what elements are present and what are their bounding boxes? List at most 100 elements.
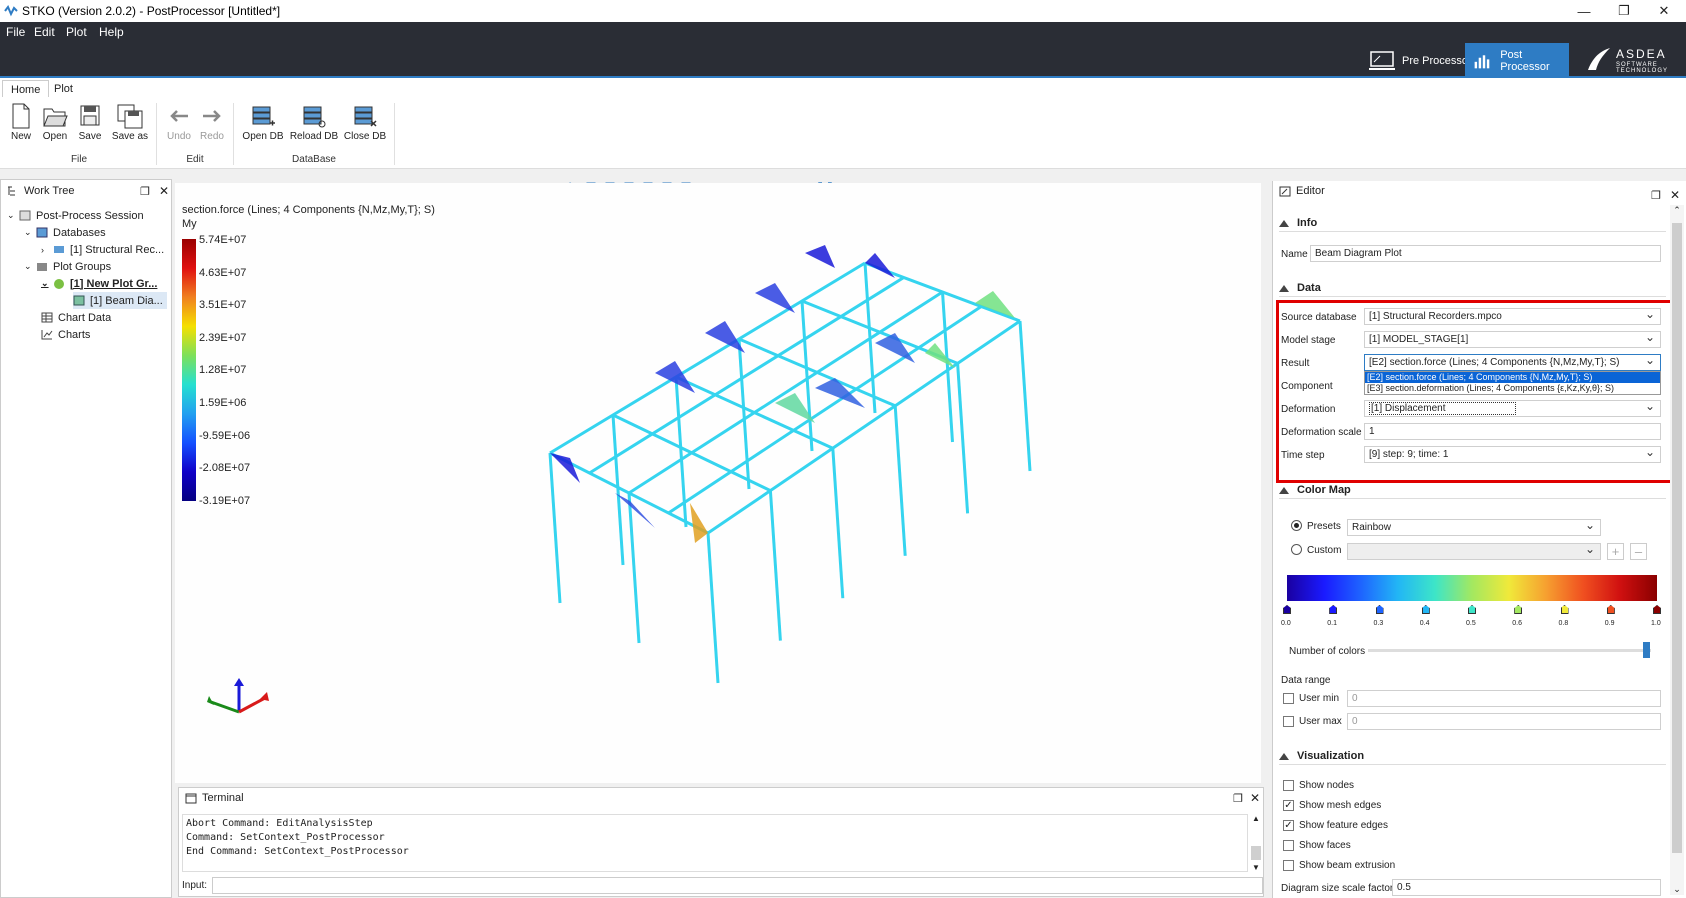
beam-diagram-icon: [73, 295, 85, 306]
database-reload-icon: [303, 106, 326, 128]
deformation-value: [1] Displacement: [1369, 402, 1517, 415]
data-section-header[interactable]: Data: [1279, 282, 1321, 294]
color-stop-marker[interactable]: [1514, 605, 1523, 614]
color-stop-marker[interactable]: [1468, 605, 1476, 614]
user-max-checkbox[interactable]: [1283, 716, 1294, 727]
presets-radio[interactable]: [1291, 520, 1302, 531]
result-option-selected[interactable]: [E2] section.force (Lines; 4 Components …: [1365, 372, 1660, 383]
add-color-button[interactable]: +: [1607, 543, 1624, 560]
close-icon[interactable]: ✕: [1250, 791, 1260, 805]
deformation-select[interactable]: [1] Displacement: [1364, 400, 1661, 417]
result-select[interactable]: [E2] section.force (Lines; 4 Components …: [1364, 354, 1661, 371]
pre-processor-button[interactable]: Pre Processor: [1360, 43, 1480, 78]
close-icon[interactable]: ✕: [159, 184, 169, 198]
user-min-label: User min: [1299, 693, 1340, 704]
name-field[interactable]: Beam Diagram Plot: [1310, 245, 1661, 262]
presets-select[interactable]: Rainbow: [1347, 519, 1601, 536]
color-stop-marker[interactable]: [1606, 605, 1615, 614]
show-feature-edges-checkbox[interactable]: ✓: [1283, 820, 1294, 831]
color-stop-marker[interactable]: [1283, 605, 1291, 614]
tree-item-chart-data[interactable]: Chart Data: [41, 309, 111, 326]
color-map-tick-label: 1.0: [1651, 620, 1661, 627]
tree-item-databases[interactable]: ⌄ Databases: [24, 224, 106, 241]
section-divider: [1279, 764, 1666, 765]
scroll-down-icon[interactable]: ▼: [1250, 863, 1262, 872]
color-stop-marker[interactable]: [1560, 605, 1569, 614]
model-stage-select[interactable]: [1] MODEL_STAGE[1]: [1364, 331, 1661, 348]
remove-color-button[interactable]: –: [1630, 543, 1647, 560]
user-min-checkbox[interactable]: [1283, 693, 1294, 704]
tree-label: Post-Process Session: [36, 209, 144, 222]
show-beam-extrusion-checkbox[interactable]: [1283, 860, 1294, 871]
open-label: Open: [42, 131, 68, 142]
chevron-down-icon: ⌄: [7, 210, 15, 220]
menu-edit[interactable]: Edit: [34, 25, 55, 39]
color-stop-marker[interactable]: [1653, 605, 1661, 614]
section-title: Info: [1297, 217, 1318, 229]
minimize-button[interactable]: —: [1564, 0, 1604, 22]
scroll-down-icon[interactable]: ⌄: [1670, 884, 1684, 895]
close-db-button[interactable]: Close DB: [341, 103, 389, 142]
scroll-up-icon[interactable]: ▲: [1250, 814, 1262, 823]
visualization-section-header[interactable]: Visualization: [1279, 750, 1364, 762]
close-icon[interactable]: ✕: [1670, 188, 1680, 202]
chevron-down-icon: ⌄: [24, 227, 32, 237]
user-max-field[interactable]: 0: [1347, 713, 1661, 730]
terminal-scrollbar[interactable]: ▲ ▼: [1250, 814, 1262, 872]
new-file-icon: [12, 103, 30, 129]
tree-item-charts[interactable]: Charts: [41, 326, 90, 343]
tree-item-plot-groups[interactable]: ⌄ Plot Groups: [24, 258, 111, 275]
tree-item-session[interactable]: ⌄ Post-Process Session: [7, 207, 144, 224]
frame-column: [1018, 320, 1032, 472]
plot-group-icon: [54, 279, 64, 289]
maximize-button[interactable]: ❐: [1604, 0, 1644, 22]
color-map-gradient: [1287, 575, 1657, 601]
section-divider: [1279, 296, 1666, 297]
menu-plot[interactable]: Plot: [66, 25, 87, 39]
undock-icon[interactable]: ❐: [1651, 189, 1661, 202]
editor-scrollbar[interactable]: ⌃ ⌄: [1670, 205, 1684, 895]
custom-label: Custom: [1307, 545, 1342, 556]
asdea-logo: ASDEA SOFTWARE TECHNOLOGY: [1584, 44, 1684, 76]
scroll-thumb[interactable]: [1251, 846, 1261, 860]
result-option[interactable]: [E3] section.deformation (Lines; 4 Compo…: [1365, 383, 1660, 394]
tree-item-structural-recorders[interactable]: › [1] Structural Rec...: [41, 241, 164, 258]
diagram-scale-field[interactable]: 0.5: [1392, 879, 1661, 896]
tree-item-beam-diagram[interactable]: [1] Beam Dia...: [73, 292, 167, 309]
time-step-select[interactable]: [9] step: 9; time: 1: [1364, 446, 1661, 463]
source-database-select[interactable]: [1] Structural Recorders.mpco: [1364, 308, 1661, 325]
database-close-icon: [354, 106, 377, 127]
collapse-triangle-icon: [1279, 752, 1289, 760]
redo-button[interactable]: Redo: [189, 103, 235, 142]
color-map-section-header[interactable]: Color Map: [1279, 484, 1351, 496]
terminal-input[interactable]: [212, 877, 1263, 894]
deformation-scale-field[interactable]: 1: [1364, 423, 1661, 440]
color-stop-marker[interactable]: [1329, 605, 1338, 614]
custom-select[interactable]: [1347, 543, 1601, 560]
scroll-thumb[interactable]: [1672, 223, 1682, 853]
reload-db-button[interactable]: Reload DB: [288, 103, 340, 142]
chevron-down-icon: ⌄: [41, 278, 49, 288]
undock-icon[interactable]: ❐: [140, 185, 150, 198]
undock-icon[interactable]: ❐: [1233, 792, 1243, 805]
show-mesh-edges-checkbox[interactable]: ✓: [1283, 800, 1294, 811]
open-db-button[interactable]: Open DB: [239, 103, 287, 142]
presets-label: Presets: [1307, 521, 1341, 532]
post-processor-button[interactable]: Post Processor: [1465, 43, 1569, 78]
slider-handle[interactable]: [1643, 642, 1650, 658]
tree-item-new-plot-group[interactable]: ⌄ [1] New Plot Gr...: [41, 275, 157, 292]
menu-file[interactable]: File: [6, 25, 25, 39]
close-window-button[interactable]: ✕: [1644, 0, 1684, 22]
custom-radio[interactable]: [1291, 544, 1302, 555]
menu-help[interactable]: Help: [99, 25, 124, 39]
user-min-field[interactable]: 0: [1347, 690, 1661, 707]
scroll-up-icon[interactable]: ⌃: [1670, 205, 1684, 216]
color-stop-marker[interactable]: [1421, 605, 1430, 614]
3d-viewport[interactable]: section.force (Lines; 4 Components {N,Mz…: [175, 183, 1261, 783]
number-of-colors-slider[interactable]: [1368, 649, 1651, 652]
show-nodes-checkbox[interactable]: [1283, 780, 1294, 791]
info-section-header[interactable]: Info: [1279, 217, 1317, 229]
show-faces-checkbox[interactable]: [1283, 840, 1294, 851]
color-stop-marker[interactable]: [1375, 605, 1384, 614]
save-as-button[interactable]: Save as: [106, 103, 154, 142]
